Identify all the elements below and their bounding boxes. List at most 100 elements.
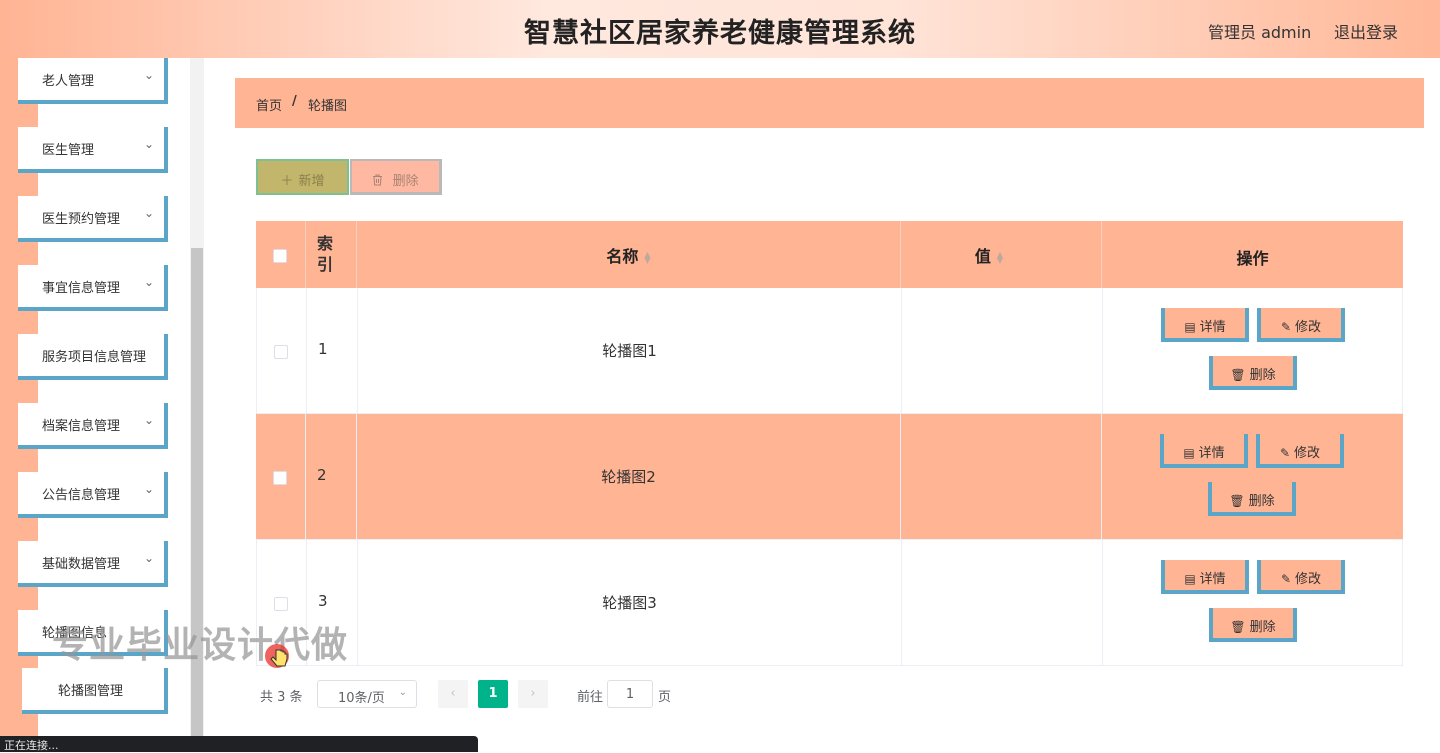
sidebar-item-label: 档案信息管理 — [42, 419, 121, 434]
batch-delete-button[interactable]: 删除 — [350, 159, 442, 195]
browser-status-bar: 正在连接... — [0, 736, 478, 752]
row-name-cell: 轮播图3 — [358, 540, 902, 665]
table-row: 2 轮播图2 ▤ 详情 ✎ 修改 🗑 删除 — [256, 414, 1403, 540]
page-unit-label: 页 — [658, 690, 672, 705]
sidebar-item-notice[interactable]: 公告信息管理 ⌄ — [18, 472, 168, 518]
trash-icon: 🗑 — [1230, 620, 1246, 634]
edit-button[interactable]: ✎ 修改 — [1257, 560, 1345, 594]
header-actions-cell: 操作 — [1102, 221, 1403, 288]
detail-label: 详情 — [1199, 572, 1226, 587]
sidebar-item-elderly[interactable]: 老人管理 ⌄ — [18, 58, 168, 104]
sidebar-item-appointment[interactable]: 医生预约管理 ⌄ — [18, 196, 168, 242]
document-icon: ▤ — [1184, 572, 1196, 586]
chevron-down-icon: ⌄ — [143, 551, 154, 565]
table-row: 1 轮播图1 ▤ 详情 ✎ 修改 🗑 删除 — [256, 288, 1403, 414]
trash-icon: 🗑 — [1230, 368, 1246, 382]
row-checkbox[interactable] — [273, 471, 287, 485]
detail-button-content: ▤ 详情 — [1164, 442, 1244, 461]
header-check-cell — [256, 221, 306, 288]
goto-label: 前往 — [577, 690, 604, 705]
sidebar-item-label: 服务项目信息管理 — [42, 350, 147, 365]
row-name-cell: 轮播图2 — [357, 414, 901, 539]
row-actions-cell: ▤ 详情 ✎ 修改 🗑 删除 — [1103, 288, 1404, 413]
header-name-cell[interactable]: 名称 ▲ ▼ — [357, 221, 901, 288]
detail-button-content: ▤ 详情 — [1165, 568, 1245, 587]
delete-button[interactable]: 🗑 删除 — [1209, 608, 1297, 642]
batch-delete-label: 删除 — [392, 174, 419, 189]
edit-label: 修改 — [1295, 320, 1322, 335]
chevron-left-icon: ‹ — [450, 686, 456, 701]
sidebar-item-affairs[interactable]: 事宜信息管理 ⌄ — [18, 265, 168, 311]
page-size-value: 10条/页 — [338, 691, 385, 706]
detail-button-content: ▤ 详情 — [1165, 316, 1245, 335]
delete-label: 删除 — [1249, 620, 1276, 635]
pencil-icon: ✎ — [1280, 572, 1292, 586]
row-index: 3 — [318, 592, 328, 610]
detail-button[interactable]: ▤ 详情 — [1161, 560, 1249, 594]
sidebar-item-label: 基础数据管理 — [42, 557, 121, 572]
detail-button[interactable]: ▤ 详情 — [1161, 308, 1249, 342]
delete-button-content: 🗑 删除 — [1212, 490, 1292, 509]
delete-button[interactable]: 🗑 删除 — [1208, 482, 1296, 516]
pagination-total: 共 3 条 — [260, 690, 303, 705]
sort-icon[interactable]: ▲ ▼ — [997, 250, 1003, 264]
row-checkbox[interactable] — [274, 597, 288, 611]
detail-button[interactable]: ▤ 详情 — [1160, 434, 1248, 468]
current-user: 管理员 admin — [1208, 23, 1312, 42]
breadcrumb-home[interactable]: 首页 — [256, 95, 282, 114]
chevron-right-icon: › — [530, 686, 536, 701]
prev-page-button[interactable]: ‹ — [438, 680, 468, 708]
edit-button[interactable]: ✎ 修改 — [1256, 434, 1344, 468]
row-index-cell: 1 — [307, 288, 358, 413]
row-name: 轮播图3 — [602, 594, 657, 612]
row-name: 轮播图2 — [601, 468, 656, 486]
row-value-cell — [901, 414, 1102, 539]
header-value-cell[interactable]: 值 ▲ ▼ — [901, 221, 1102, 288]
sidebar-item-label: 事宜信息管理 — [42, 281, 121, 296]
pencil-icon: ✎ — [1280, 320, 1292, 334]
select-all-checkbox[interactable] — [273, 249, 287, 263]
chevron-down-icon: ⌄ — [398, 687, 407, 698]
delete-button[interactable]: 🗑 删除 — [1209, 356, 1297, 390]
document-icon: ▤ — [1183, 446, 1195, 460]
column-header-actions: 操作 — [1236, 249, 1269, 268]
column-header-index: 索引 — [317, 234, 334, 274]
row-index-cell: 2 — [306, 414, 357, 539]
trash-icon — [372, 174, 387, 189]
row-check-cell — [256, 414, 306, 539]
edit-button[interactable]: ✎ 修改 — [1257, 308, 1345, 342]
row-index: 1 — [318, 340, 328, 358]
sort-icon[interactable]: ▲ ▼ — [644, 250, 650, 264]
row-index: 2 — [317, 466, 327, 484]
sidebar-item-basedata[interactable]: 基础数据管理 ⌄ — [18, 541, 168, 587]
next-page-button[interactable]: › — [518, 680, 548, 708]
sidebar-item-service[interactable]: 服务项目信息管理 — [18, 334, 168, 380]
plus-icon: ＋ — [280, 174, 294, 189]
sidebar-subitem-label: 轮播图管理 — [58, 684, 124, 699]
pencil-icon: ✎ — [1279, 446, 1291, 460]
breadcrumb: 首页 / 轮播图 — [235, 78, 1424, 128]
column-header-value: 值 — [974, 247, 991, 266]
sidebar-subitem-carousel-manage[interactable]: 轮播图管理 — [22, 668, 168, 714]
delete-label: 删除 — [1249, 368, 1276, 383]
hand-cursor-icon — [265, 644, 289, 668]
header-index-cell: 索引 — [306, 221, 357, 288]
row-checkbox[interactable] — [274, 345, 288, 359]
page-size-select[interactable]: 10条/页 ⌄ — [317, 680, 417, 708]
delete-label: 删除 — [1248, 494, 1275, 509]
column-header-name: 名称 — [606, 247, 639, 266]
page-number-current[interactable]: 1 — [478, 680, 508, 708]
breadcrumb-current: 轮播图 — [308, 99, 348, 114]
sidebar-item-doctor[interactable]: 医生管理 ⌄ — [18, 127, 168, 173]
edit-button-content: ✎ 修改 — [1261, 568, 1341, 587]
sidebar-item-label: 医生预约管理 — [42, 212, 121, 227]
chevron-down-icon: ⌄ — [143, 206, 154, 220]
row-check-cell — [257, 288, 307, 413]
chevron-down-icon: ⌄ — [143, 482, 154, 496]
edit-label: 修改 — [1295, 572, 1322, 587]
sidebar-item-archive[interactable]: 档案信息管理 ⌄ — [18, 403, 168, 449]
goto-page-input[interactable] — [607, 680, 653, 708]
add-button[interactable]: ＋ 新增 — [256, 159, 349, 195]
sidebar-item-label: 公告信息管理 — [42, 488, 121, 503]
logout-link[interactable]: 退出登录 — [1334, 19, 1398, 43]
